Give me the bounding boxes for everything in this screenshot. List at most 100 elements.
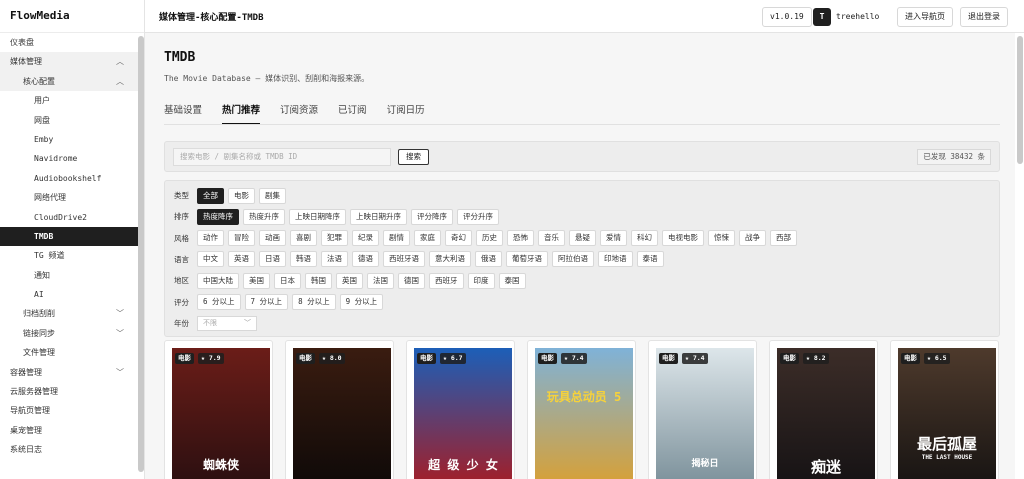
filter-chip-language-4[interactable]: 法语 xyxy=(321,251,348,268)
tab-4[interactable]: 订阅日历 xyxy=(387,104,425,125)
filter-chip-region-6[interactable]: 德国 xyxy=(398,272,425,289)
sidebar-scrollbar[interactable] xyxy=(138,36,144,472)
media-card[interactable]: 电影 ★ 8.0 xyxy=(285,340,394,479)
filter-chip-region-3[interactable]: 韩国 xyxy=(305,272,332,289)
user-menu[interactable]: T treehello xyxy=(813,7,880,27)
filter-chip-genre-12[interactable]: 悬疑 xyxy=(569,230,596,247)
tab-0[interactable]: 基础设置 xyxy=(164,104,202,125)
sidebar-item-5[interactable]: Emby xyxy=(0,130,144,149)
filter-chip-genre-11[interactable]: 音乐 xyxy=(538,230,565,247)
search-button[interactable]: 搜索 xyxy=(398,149,429,165)
filter-chip-language-12[interactable]: 泰语 xyxy=(636,251,664,268)
tab-2[interactable]: 订阅资源 xyxy=(280,104,318,125)
filter-chip-language-2[interactable]: 日语 xyxy=(259,251,286,268)
filter-chip-sort-3[interactable]: 上映日期升序 xyxy=(350,208,407,225)
filter-chip-genre-7[interactable]: 家庭 xyxy=(414,230,441,247)
tab-1[interactable]: 热门推荐 xyxy=(222,104,261,125)
sidebar-item-13[interactable]: AI xyxy=(0,285,144,304)
filter-chip-language-10[interactable]: 阿拉伯语 xyxy=(552,251,594,268)
filter-chip-region-9[interactable]: 泰国 xyxy=(498,272,526,289)
media-card[interactable]: 痴迷 电影 ★ 8.2 xyxy=(769,340,878,479)
filter-chip-type-0[interactable]: 全部 xyxy=(197,187,224,204)
sidebar-item-18[interactable]: 云服务器管理 xyxy=(0,382,144,401)
page-scrollbar[interactable] xyxy=(1017,36,1023,164)
sidebar-item-16[interactable]: 文件管理 xyxy=(0,343,144,362)
filter-chip-type-1[interactable]: 电影 xyxy=(228,187,255,204)
filter-chip-genre-10[interactable]: 恐怖 xyxy=(507,230,534,247)
filter-chip-rating-0[interactable]: 6 分以上 xyxy=(197,294,241,310)
sidebar-item-20[interactable]: 桌宠管理 xyxy=(0,421,144,440)
filter-chip-genre-9[interactable]: 历史 xyxy=(476,230,503,247)
filter-chip-genre-5[interactable]: 纪录 xyxy=(352,230,379,247)
sidebar-item-15[interactable]: 链接同步 ﹀ xyxy=(0,324,144,343)
filter-chip-genre-17[interactable]: 战争 xyxy=(739,230,766,247)
filter-chip-sort-0[interactable]: 热度降序 xyxy=(197,208,239,225)
sidebar-item-8[interactable]: 网络代理 xyxy=(0,188,144,207)
filter-chip-region-0[interactable]: 中国大陆 xyxy=(197,272,239,289)
filter-chip-language-9[interactable]: 葡萄牙语 xyxy=(506,251,548,268)
filter-chip-sort-5[interactable]: 评分升序 xyxy=(457,208,499,225)
logout-button[interactable]: 退出登录 xyxy=(960,7,1008,27)
media-card[interactable]: 玩具总动员 5 电影 ★ 7.4 xyxy=(527,340,636,479)
media-card[interactable]: 最后孤屋 THE LAST HOUSE 电影 ★ 6.5 xyxy=(890,340,999,479)
sidebar-item-9[interactable]: CloudDrive2 xyxy=(0,208,144,227)
sidebar-item-19[interactable]: 导航页管理 xyxy=(0,401,144,420)
filter-chip-language-5[interactable]: 德语 xyxy=(352,251,379,268)
filter-chip-genre-18[interactable]: 西部 xyxy=(770,230,797,247)
filter-chip-sort-1[interactable]: 热度升序 xyxy=(243,208,285,225)
filter-chip-genre-13[interactable]: 爱情 xyxy=(600,230,627,247)
sidebar-item-4[interactable]: 网盘 xyxy=(0,111,144,130)
sidebar-item-21[interactable]: 系统日志 xyxy=(0,440,144,459)
filter-chip-genre-6[interactable]: 剧情 xyxy=(383,230,410,247)
media-card[interactable]: 揭秘日 电影 ★ 7.4 xyxy=(648,340,757,479)
filter-chip-region-7[interactable]: 西班牙 xyxy=(429,272,464,289)
filter-chip-language-6[interactable]: 西班牙语 xyxy=(383,251,425,268)
filter-chip-genre-2[interactable]: 动画 xyxy=(259,230,286,247)
search-input[interactable]: 搜索电影 / 剧集名称或 TMDB ID xyxy=(173,148,391,166)
sidebar-item-12[interactable]: 通知 xyxy=(0,266,144,285)
sidebar-item-3[interactable]: 用户 xyxy=(0,91,144,110)
filter-chip-language-1[interactable]: 英语 xyxy=(228,251,255,268)
filter-chip-genre-4[interactable]: 犯罪 xyxy=(321,230,348,247)
filter-chip-genre-0[interactable]: 动作 xyxy=(197,230,224,247)
sidebar-item-7[interactable]: Audiobookshelf xyxy=(0,169,144,188)
filter-chip-sort-4[interactable]: 评分降序 xyxy=(411,208,453,225)
filter-chip-genre-8[interactable]: 奇幻 xyxy=(445,230,472,247)
media-card[interactable]: 蜘蛛侠 电影 ★ 7.9 xyxy=(164,340,273,479)
sidebar-item-6[interactable]: Navidrome xyxy=(0,149,144,168)
filter-chip-genre-3[interactable]: 喜剧 xyxy=(290,230,317,247)
sidebar-item-11[interactable]: TG 频道 xyxy=(0,246,144,265)
filter-chip-language-3[interactable]: 韩语 xyxy=(290,251,317,268)
filter-chip-region-8[interactable]: 印度 xyxy=(467,272,495,289)
filter-chip-region-2[interactable]: 日本 xyxy=(274,272,301,289)
filter-chip-genre-1[interactable]: 冒险 xyxy=(228,230,255,247)
sidebar-item-14[interactable]: 归档刮削 ﹀ xyxy=(0,304,144,323)
filter-chip-language-11[interactable]: 印地语 xyxy=(598,251,633,268)
filter-chip-rating-2[interactable]: 8 分以上 xyxy=(292,294,336,310)
filter-chip-genre-15[interactable]: 电视电影 xyxy=(662,230,704,247)
filter-row-year: 年份 不限 ﹀ xyxy=(174,315,257,332)
enter-nav-page-button[interactable]: 进入导航页 xyxy=(897,7,953,27)
filter-chip-region-5[interactable]: 法国 xyxy=(367,272,394,289)
filter-chip-genre-14[interactable]: 科幻 xyxy=(631,230,658,247)
filter-chip-type-2[interactable]: 剧集 xyxy=(259,187,286,204)
filter-chip-region-4[interactable]: 英国 xyxy=(336,272,363,289)
filter-chip-region-1[interactable]: 美国 xyxy=(243,272,270,289)
page-title: TMDB xyxy=(164,50,196,65)
media-card[interactable]: 超 级 少 女 电影 ★ 6.7 xyxy=(406,340,515,479)
filter-chip-rating-3[interactable]: 9 分以上 xyxy=(339,294,384,310)
filter-chip-rating-1[interactable]: 7 分以上 xyxy=(244,294,289,310)
sidebar-item-2[interactable]: 核心配置 ︿ xyxy=(0,71,144,92)
filter-chip-sort-2[interactable]: 上映日期降序 xyxy=(289,208,346,225)
filter-chip-language-0[interactable]: 中文 xyxy=(197,251,224,268)
filter-chip-language-8[interactable]: 俄语 xyxy=(475,251,502,268)
tab-3[interactable]: 已订阅 xyxy=(338,104,367,125)
filter-chip-language-7[interactable]: 意大利语 xyxy=(429,251,471,268)
sidebar-nav: 仪表盘 媒体管理 ︿ 核心配置 ︿ 用户 网盘 Emby Navidrome Audiobooks… xyxy=(0,33,144,460)
sidebar-item-10[interactable]: TMDB xyxy=(0,226,144,247)
sidebar-item-17[interactable]: 容器管理 ﹀ xyxy=(0,363,144,382)
year-select[interactable]: 不限 ﹀ xyxy=(197,315,257,331)
sidebar-item-0[interactable]: 仪表盘 xyxy=(0,33,144,52)
sidebar-item-1[interactable]: 媒体管理 ︿ xyxy=(0,52,144,72)
filter-chip-genre-16[interactable]: 惊悚 xyxy=(708,230,735,247)
